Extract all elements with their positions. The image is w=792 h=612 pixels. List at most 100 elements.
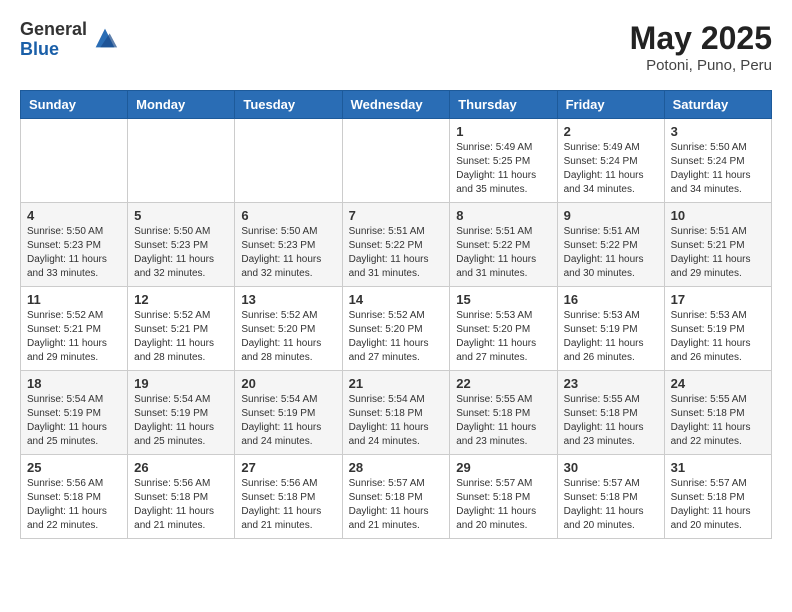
day-number: 19 [134,376,228,391]
calendar-cell [342,119,450,203]
day-info: Sunrise: 5:53 AM Sunset: 5:19 PM Dayligh… [564,309,658,365]
calendar-cell: 21 Sunrise: 5:54 AM Sunset: 5:18 PM Dayli… [342,371,450,455]
day-number: 30 [564,460,658,475]
calendar-week-row: 11Sunrise: 5:52 AM Sunset: 5:21 PM Dayli… [21,287,772,371]
day-number: 10 [671,208,765,223]
calendar-cell: 1 Sunrise: 5:49 AM Sunset: 5:25 PM Daylig… [450,119,557,203]
day-number: 12 [134,292,228,307]
weekday-header: Saturday [664,91,771,119]
day-info: Sunrise: 5:57 AM Sunset: 5:18 PM Dayligh… [671,477,765,533]
calendar-cell [235,119,342,203]
calendar-week-row: 18 Sunrise: 5:54 AM Sunset: 5:19 PM Dayli… [21,371,772,455]
day-info: Sunrise: 5:55 AM Sunset: 5:18 PM Dayligh… [671,393,765,449]
calendar-cell: 12Sunrise: 5:52 AM Sunset: 5:21 PM Dayli… [128,287,235,371]
calendar-cell: 23 Sunrise: 5:55 AM Sunset: 5:18 PM Dayli… [557,371,664,455]
day-number: 16 [564,292,658,307]
day-number: 26 [134,460,228,475]
calendar-cell: 17 Sunrise: 5:53 AM Sunset: 5:19 PM Dayli… [664,287,771,371]
day-info: Sunrise: 5:55 AM Sunset: 5:18 PM Dayligh… [564,393,658,449]
calendar-cell: 4 Sunrise: 5:50 AM Sunset: 5:23 PM Daylig… [21,203,128,287]
day-number: 2 [564,124,658,139]
calendar-week-row: 4 Sunrise: 5:50 AM Sunset: 5:23 PM Daylig… [21,203,772,287]
location: Potoni, Puno, Peru [630,57,772,74]
calendar-cell: 18Sunrise: 5:54 AM Sunset: 5:19 PM Dayli… [21,371,128,455]
day-number: 1 [456,124,550,139]
day-info: Sunrise: 5:51 AM Sunset: 5:22 PM Dayligh… [456,225,550,281]
page-header: General Blue May 2025 Potoni, Puno, Peru [20,20,772,74]
day-info: Sunrise: 5:50 AM Sunset: 5:24 PM Dayligh… [671,141,765,197]
day-number: 21 [349,376,444,391]
calendar-cell: 8 Sunrise: 5:51 AM Sunset: 5:22 PM Daylig… [450,203,557,287]
logo-icon [91,24,119,52]
weekday-header: Tuesday [235,91,342,119]
day-info: Sunrise: 5:49 AM Sunset: 5:25 PM Dayligh… [456,141,550,197]
day-info: Sunrise: 5:53 AM Sunset: 5:19 PM Dayligh… [671,309,765,365]
calendar-cell: 6Sunrise: 5:50 AM Sunset: 5:23 PM Daylig… [235,203,342,287]
logo-blue: Blue [20,40,87,60]
day-info: Sunrise: 5:49 AM Sunset: 5:24 PM Dayligh… [564,141,658,197]
logo-general: General [20,20,87,40]
weekday-header: Wednesday [342,91,450,119]
day-info: Sunrise: 5:56 AM Sunset: 5:18 PM Dayligh… [134,477,228,533]
calendar-cell: 16 Sunrise: 5:53 AM Sunset: 5:19 PM Dayli… [557,287,664,371]
calendar-cell: 29 Sunrise: 5:57 AM Sunset: 5:18 PM Dayli… [450,455,557,539]
calendar-cell: 28 Sunrise: 5:57 AM Sunset: 5:18 PM Dayli… [342,455,450,539]
day-number: 6 [241,208,335,223]
logo: General Blue [20,20,119,60]
day-info: Sunrise: 5:50 AM Sunset: 5:23 PM Dayligh… [134,225,228,281]
day-number: 7 [349,208,444,223]
calendar-cell: 27 Sunrise: 5:56 AM Sunset: 5:18 PM Dayli… [235,455,342,539]
calendar-cell: 26 Sunrise: 5:56 AM Sunset: 5:18 PM Dayli… [128,455,235,539]
month-title: May 2025 [630,20,772,57]
day-number: 9 [564,208,658,223]
calendar-cell: 20Sunrise: 5:54 AM Sunset: 5:19 PM Dayli… [235,371,342,455]
day-info: Sunrise: 5:56 AM Sunset: 5:18 PM Dayligh… [241,477,335,533]
day-number: 4 [27,208,121,223]
weekday-header: Friday [557,91,664,119]
calendar-cell: 31 Sunrise: 5:57 AM Sunset: 5:18 PM Dayli… [664,455,771,539]
day-info: Sunrise: 5:57 AM Sunset: 5:18 PM Dayligh… [564,477,658,533]
calendar-cell: 25 Sunrise: 5:56 AM Sunset: 5:18 PM Dayli… [21,455,128,539]
calendar-cell: 3 Sunrise: 5:50 AM Sunset: 5:24 PM Daylig… [664,119,771,203]
weekday-header: Monday [128,91,235,119]
calendar-week-row: 1 Sunrise: 5:49 AM Sunset: 5:25 PM Daylig… [21,119,772,203]
day-number: 23 [564,376,658,391]
calendar-cell: 9 Sunrise: 5:51 AM Sunset: 5:22 PM Daylig… [557,203,664,287]
day-number: 29 [456,460,550,475]
day-info: Sunrise: 5:57 AM Sunset: 5:18 PM Dayligh… [349,477,444,533]
day-number: 25 [27,460,121,475]
day-info: Sunrise: 5:53 AM Sunset: 5:20 PM Dayligh… [456,309,550,365]
day-number: 3 [671,124,765,139]
day-number: 13 [241,292,335,307]
day-number: 14 [349,292,444,307]
calendar-week-row: 25 Sunrise: 5:56 AM Sunset: 5:18 PM Dayli… [21,455,772,539]
day-info: Sunrise: 5:54 AM Sunset: 5:19 PM Dayligh… [134,393,228,449]
weekday-header: Thursday [450,91,557,119]
day-info: Sunrise: 5:52 AM Sunset: 5:21 PM Dayligh… [27,309,121,365]
day-info: Sunrise: 5:50 AM Sunset: 5:23 PM Dayligh… [27,225,121,281]
title-area: May 2025 Potoni, Puno, Peru [630,20,772,74]
day-number: 18 [27,376,121,391]
calendar-cell: 19 Sunrise: 5:54 AM Sunset: 5:19 PM Dayli… [128,371,235,455]
day-info: Sunrise: 5:51 AM Sunset: 5:22 PM Dayligh… [564,225,658,281]
day-info: Sunrise: 5:57 AM Sunset: 5:18 PM Dayligh… [456,477,550,533]
day-number: 15 [456,292,550,307]
day-number: 24 [671,376,765,391]
day-info: Sunrise: 5:54 AM Sunset: 5:19 PM Dayligh… [241,393,335,449]
day-number: 31 [671,460,765,475]
day-number: 22 [456,376,550,391]
calendar-cell [128,119,235,203]
day-info: Sunrise: 5:56 AM Sunset: 5:18 PM Dayligh… [27,477,121,533]
day-info: Sunrise: 5:52 AM Sunset: 5:20 PM Dayligh… [349,309,444,365]
calendar-cell: 10Sunrise: 5:51 AM Sunset: 5:21 PM Dayli… [664,203,771,287]
day-number: 17 [671,292,765,307]
day-number: 28 [349,460,444,475]
day-number: 8 [456,208,550,223]
calendar-cell: 7Sunrise: 5:51 AM Sunset: 5:22 PM Daylig… [342,203,450,287]
calendar-cell: 30 Sunrise: 5:57 AM Sunset: 5:18 PM Dayli… [557,455,664,539]
calendar-table: SundayMondayTuesdayWednesdayThursdayFrid… [20,90,772,539]
day-number: 27 [241,460,335,475]
calendar-cell: 5Sunrise: 5:50 AM Sunset: 5:23 PM Daylig… [128,203,235,287]
day-info: Sunrise: 5:54 AM Sunset: 5:18 PM Dayligh… [349,393,444,449]
calendar-cell: 15 Sunrise: 5:53 AM Sunset: 5:20 PM Dayli… [450,287,557,371]
